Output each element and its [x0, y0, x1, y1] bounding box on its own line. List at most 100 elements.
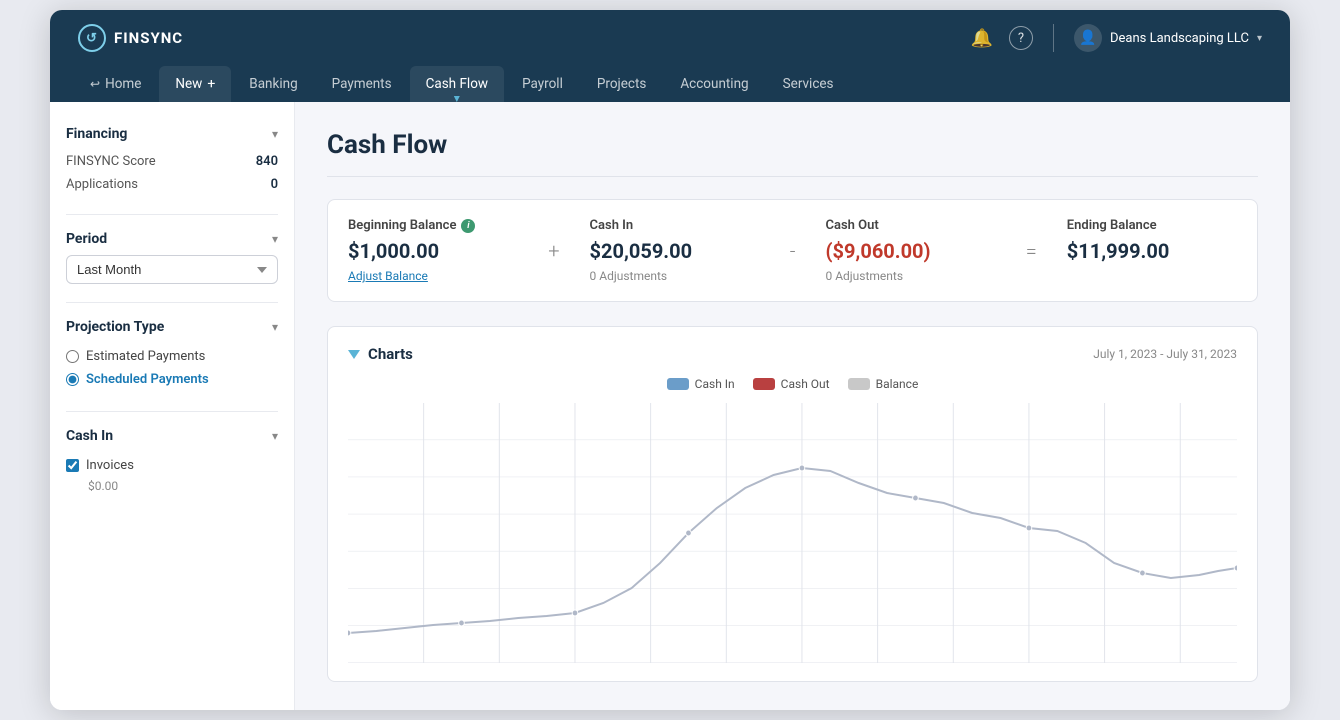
ending-balance-card: Ending Balance $11,999.00	[1047, 200, 1257, 301]
nav-label-services: Services	[783, 76, 834, 92]
financing-title: Financing	[66, 126, 127, 142]
charts-header: Charts July 1, 2023 - July 31, 2023	[348, 345, 1237, 363]
nav-label-new-text: New	[175, 76, 202, 92]
sidebar: Financing ▾ FINSYNC Score 840 Applicatio…	[50, 102, 295, 710]
cashin-checkbox-group: Invoices $0.00	[66, 452, 278, 499]
projection-radio-group: Estimated Payments Scheduled Payments	[66, 343, 278, 393]
nav-item-services[interactable]: Services	[767, 66, 850, 102]
cashin-chevron: ▾	[272, 429, 278, 443]
nav-item-new[interactable]: Cash Flow New +	[159, 66, 231, 102]
cash-out-card: Cash Out ($9,060.00) 0 Adjustments	[805, 200, 1015, 301]
nav-item-cashflow[interactable]: Cash Flow	[410, 66, 504, 102]
page-divider	[327, 176, 1258, 177]
legend-cashin: Cash In	[667, 377, 735, 391]
radio-estimated[interactable]: Estimated Payments	[66, 349, 278, 364]
cash-in-card: Cash In $20,059.00 0 Adjustments	[570, 200, 780, 301]
avatar: 👤	[1074, 24, 1102, 52]
charts-title-text: Charts	[368, 345, 413, 363]
projection-header[interactable]: Projection Type ▾	[66, 315, 278, 343]
info-icon[interactable]: i	[461, 219, 475, 233]
header: ↺ FINSYNC 🔔 ? 👤 Deans Landscaping LLC ▾ …	[50, 10, 1290, 102]
sidebar-section-cashin: Cash In ▾ Invoices $0.00	[66, 424, 278, 499]
legend-cashout-label: Cash Out	[781, 377, 830, 391]
header-divider	[1053, 24, 1054, 52]
body: Financing ▾ FINSYNC Score 840 Applicatio…	[50, 102, 1290, 710]
balance-row: Beginning Balance i $1,000.00 Adjust Bal…	[327, 199, 1258, 302]
sidebar-section-financing: Financing ▾ FINSYNC Score 840 Applicatio…	[66, 122, 278, 196]
nav-item-accounting[interactable]: Accounting	[664, 66, 764, 102]
finsync-score-label: FINSYNC Score	[66, 154, 156, 169]
user-name: Deans Landscaping LLC	[1110, 31, 1249, 46]
projection-title: Projection Type	[66, 319, 164, 335]
finsync-score-value: 840	[256, 154, 278, 169]
sidebar-section-period: Period ▾ Last Month This Month Next Mont…	[66, 227, 278, 284]
legend-balance-label: Balance	[876, 377, 919, 391]
financing-header[interactable]: Financing ▾	[66, 122, 278, 150]
nav-label-payroll: Payroll	[522, 76, 563, 92]
legend-cashin-label: Cash In	[695, 377, 735, 391]
nav-item-payroll[interactable]: Payroll	[506, 66, 579, 102]
adjust-balance-link[interactable]: Adjust Balance	[348, 269, 518, 283]
help-icon[interactable]: ?	[1009, 26, 1033, 50]
logo-icon: ↺	[78, 24, 106, 52]
cashin-header[interactable]: Cash In ▾	[66, 424, 278, 452]
cashout-swatch	[753, 378, 775, 390]
chart-svg: $20,000 $18,000 $16,000 $14,000 $12,000 …	[348, 403, 1237, 663]
period-chevron: ▾	[272, 232, 278, 246]
cash-in-label: Cash In	[590, 218, 760, 233]
checkbox-invoices[interactable]: Invoices	[66, 458, 278, 473]
plus-icon: +	[207, 76, 215, 92]
financing-chevron: ▾	[272, 127, 278, 141]
sidebar-divider-2	[66, 302, 278, 303]
chart-legend: Cash In Cash Out Balance	[348, 377, 1237, 391]
applications-value: 0	[271, 177, 278, 192]
sidebar-divider-3	[66, 411, 278, 412]
radio-scheduled[interactable]: Scheduled Payments	[66, 372, 278, 387]
beginning-balance-label: Beginning Balance i	[348, 218, 518, 233]
applications-label: Applications	[66, 177, 138, 192]
projection-chevron: ▾	[272, 320, 278, 334]
charts-title-group: Charts	[348, 345, 413, 363]
cash-out-label: Cash Out	[825, 218, 995, 233]
legend-cashout: Cash Out	[753, 377, 830, 391]
nav-label-payments: Payments	[332, 76, 392, 92]
period-select[interactable]: Last Month This Month Next Month Custom	[66, 255, 278, 284]
charts-section: Charts July 1, 2023 - July 31, 2023 Cash…	[327, 326, 1258, 682]
triangle-icon	[348, 350, 360, 359]
beginning-balance-value: $1,000.00	[348, 239, 518, 263]
nav-item-home[interactable]: ↩ Home	[74, 66, 157, 102]
main-content: Cash Flow Beginning Balance i $1,000.00 …	[295, 102, 1290, 710]
bell-icon[interactable]: 🔔	[971, 28, 993, 49]
chart-area: $20,000 $18,000 $16,000 $14,000 $12,000 …	[348, 403, 1237, 663]
logo: ↺ FINSYNC	[78, 24, 183, 52]
period-title: Period	[66, 231, 107, 247]
legend-balance: Balance	[848, 377, 919, 391]
nav-label-accounting: Accounting	[680, 76, 748, 92]
main-nav: ↩ Home Cash Flow New + Banking Payments …	[50, 66, 1290, 102]
cash-in-value: $20,059.00	[590, 239, 760, 263]
nav-item-projects[interactable]: Projects	[581, 66, 663, 102]
finsync-score-row: FINSYNC Score 840	[66, 150, 278, 173]
invoices-checkbox[interactable]	[66, 459, 79, 472]
cashin-swatch	[667, 378, 689, 390]
radio-scheduled-input[interactable]	[66, 373, 79, 386]
period-header[interactable]: Period ▾	[66, 227, 278, 255]
radio-scheduled-label: Scheduled Payments	[86, 372, 209, 387]
nav-item-payments[interactable]: Payments	[316, 66, 408, 102]
chart-date-range: July 1, 2023 - July 31, 2023	[1093, 347, 1237, 361]
beginning-balance-card: Beginning Balance i $1,000.00 Adjust Bal…	[328, 200, 538, 301]
radio-estimated-input[interactable]	[66, 350, 79, 363]
nav-label-cashflow: Cash Flow	[426, 76, 488, 92]
logo-text: FINSYNC	[114, 29, 183, 47]
nav-item-banking[interactable]: Banking	[233, 66, 313, 102]
applications-row: Applications 0	[66, 173, 278, 196]
cash-out-adj: 0 Adjustments	[825, 269, 995, 283]
ending-balance-value: $11,999.00	[1067, 239, 1237, 263]
user-info[interactable]: 👤 Deans Landscaping LLC ▾	[1074, 24, 1262, 52]
nav-label-projects: Projects	[597, 76, 647, 92]
minus-operator: -	[780, 239, 806, 263]
invoices-amount: $0.00	[66, 479, 278, 493]
radio-estimated-label: Estimated Payments	[86, 349, 205, 364]
chevron-down-icon: ▾	[1257, 33, 1262, 44]
ending-balance-label: Ending Balance	[1067, 218, 1237, 233]
